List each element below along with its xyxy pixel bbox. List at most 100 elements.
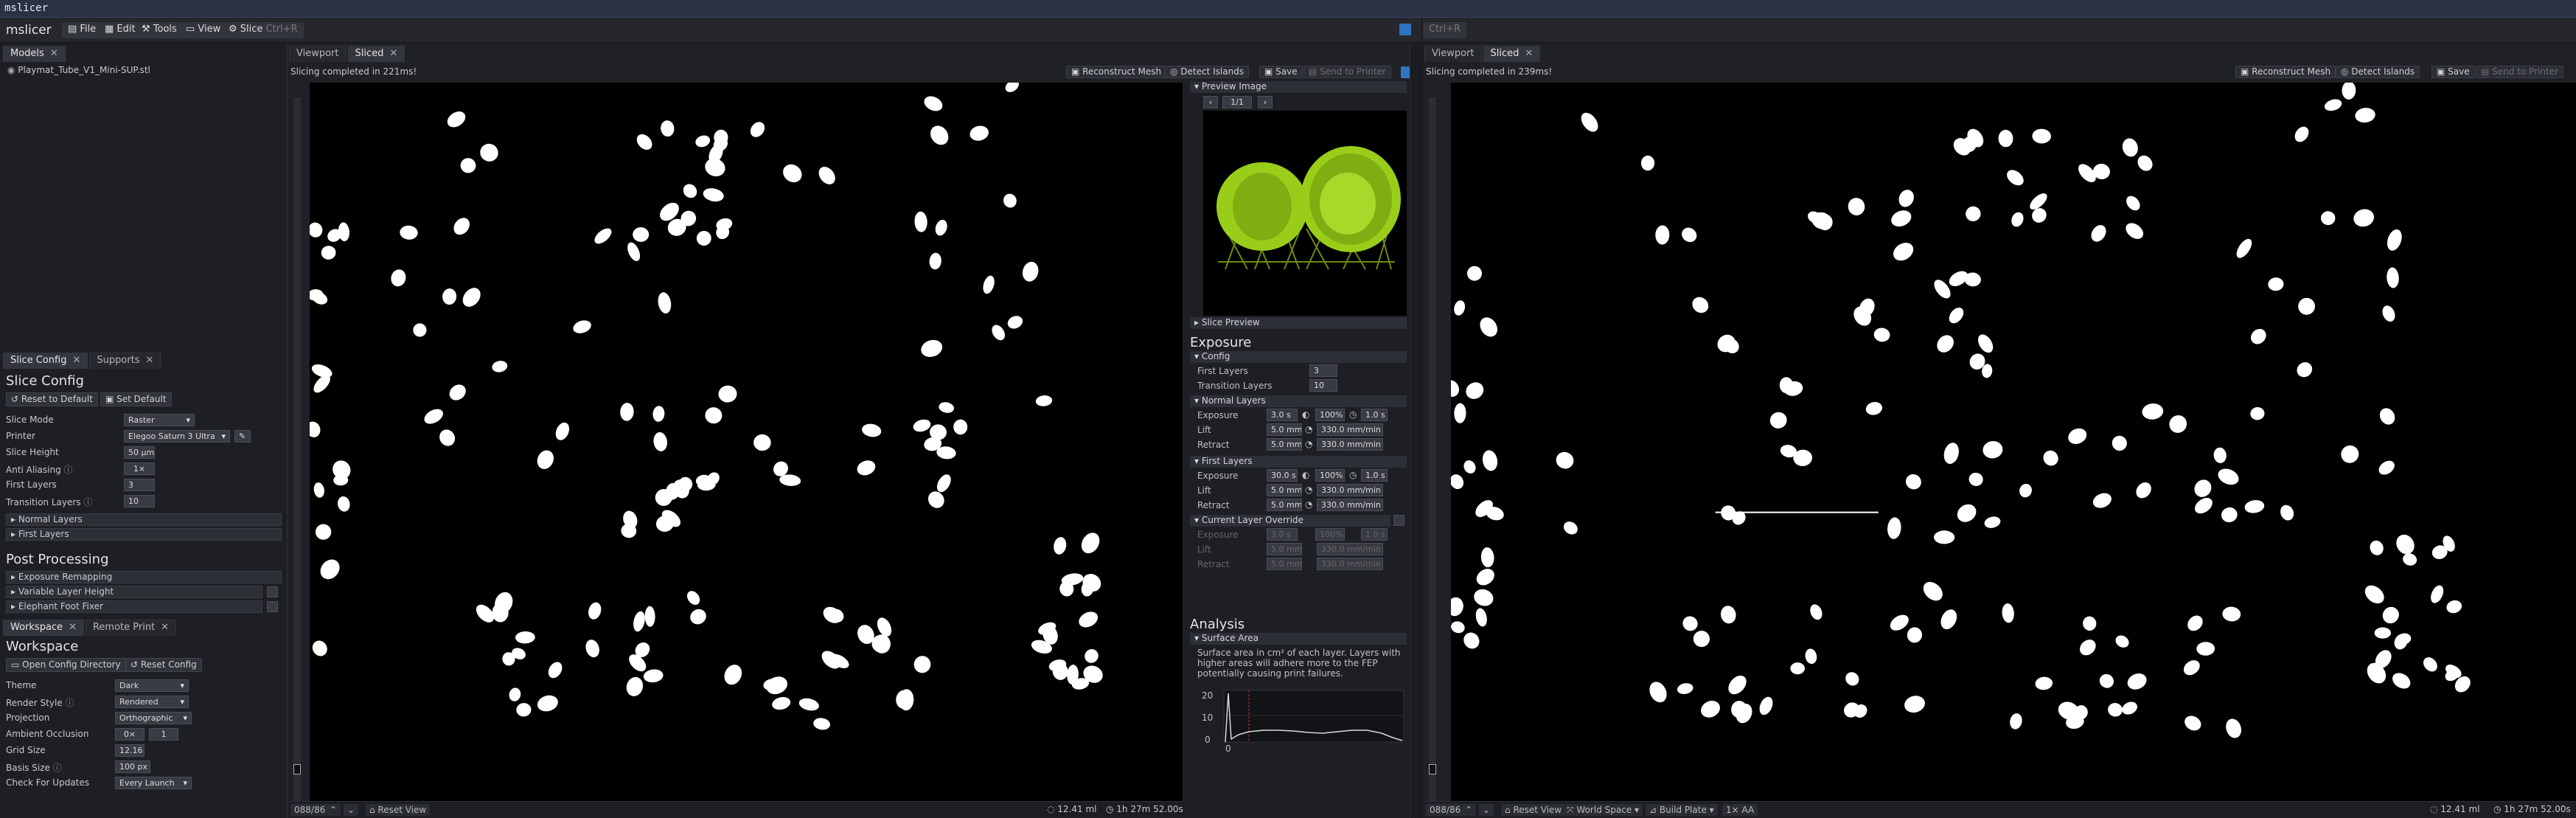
fl-wait-input[interactable]: 1.0 s: [1361, 469, 1388, 482]
fl-pwm-input[interactable]: 100%: [1315, 469, 1345, 482]
preview-image-header[interactable]: ▾ Preview Image: [1190, 81, 1407, 93]
close-icon[interactable]: ✕: [69, 622, 77, 633]
anti-alias-select[interactable]: 1× AA: [1722, 804, 1758, 816]
normal-layers-header[interactable]: ▾ Normal Layers: [1190, 395, 1407, 407]
first-layers-header[interactable]: ▾ First Layers: [1190, 456, 1407, 468]
elephant-foot-fixer-section[interactable]: ▸ Elephant Foot Fixer: [6, 600, 262, 613]
edit-printer-button[interactable]: ✎: [234, 430, 251, 443]
slice-button[interactable]: ⚙ Slice Ctrl+R: [223, 22, 304, 38]
close-icon[interactable]: ✕: [1525, 48, 1533, 59]
tab-sliced[interactable]: Sliced ✕: [347, 46, 405, 62]
slice-preview-header[interactable]: ▸ Slice Preview: [1190, 317, 1407, 329]
grid-size-input[interactable]: 12.16: [115, 744, 145, 757]
co-wait-input[interactable]: 1.0 s: [1361, 528, 1388, 541]
reset-view-button[interactable]: ⌂ Reset View: [366, 804, 431, 816]
reset-default-button[interactable]: ↺ Reset to Default: [6, 392, 98, 406]
close-icon[interactable]: ✕: [50, 48, 58, 59]
projection-select[interactable]: Orthographic ▾: [115, 712, 192, 724]
detect-islands-button[interactable]: ◎ Detect Islands: [1165, 66, 1250, 78]
info-icon[interactable]: ⓘ: [83, 497, 92, 507]
edit-menu[interactable]: ▦ Edit: [99, 22, 142, 38]
send-to-printer-button[interactable]: ▤ Send to Printer: [1303, 66, 1391, 78]
save-button[interactable]: ▣ Save: [2431, 66, 2475, 78]
render-style-select[interactable]: Rendered ▾: [115, 696, 189, 708]
tab-sliced[interactable]: Sliced ✕: [1483, 46, 1541, 62]
ambient-occlusion-input-1[interactable]: 0×: [115, 728, 145, 741]
layer-down-button[interactable]: ⌄: [344, 804, 359, 816]
layout-icon[interactable]: [1399, 24, 1411, 35]
nl-lift-speed-input[interactable]: 330.0 mm/min: [1317, 423, 1383, 436]
current-layer-override-header[interactable]: ▾ Current Layer Override: [1190, 515, 1390, 527]
preview-next-button[interactable]: ›: [1258, 96, 1273, 108]
nl-wait-input[interactable]: 1.0 s: [1361, 409, 1388, 421]
reset-config-button[interactable]: ↺ Reset Config: [125, 658, 202, 672]
fl-lift-speed-input[interactable]: 330.0 mm/min: [1317, 484, 1383, 496]
view-menu[interactable]: ▭ View: [180, 22, 227, 38]
normal-layers-section[interactable]: ▸ Normal Layers: [6, 513, 282, 526]
tab-remote-print[interactable]: Remote Print ✕: [85, 620, 177, 636]
current-layer-override-checkbox[interactable]: [1393, 515, 1404, 526]
anti-aliasing-input[interactable]: 1×: [124, 462, 155, 475]
surface-area-header[interactable]: ▾ Surface Area: [1190, 633, 1407, 645]
reset-view-button[interactable]: ⌂ Reset View: [1501, 804, 1566, 816]
build-plate-select[interactable]: ⊿ Build Plate ▾: [1646, 804, 1718, 816]
co-lift-input[interactable]: 5.0 mm: [1267, 543, 1302, 555]
first-layers-input[interactable]: 3: [124, 479, 155, 491]
co-retract-speed-input[interactable]: 330.0 mm/min: [1317, 558, 1383, 570]
fl-retract-input[interactable]: 5.0 mm: [1267, 499, 1302, 511]
variable-layer-height-checkbox[interactable]: [267, 586, 278, 597]
co-lift-speed-input[interactable]: 330.0 mm/min: [1317, 543, 1383, 555]
layer-down-button[interactable]: ⌄: [1479, 804, 1494, 816]
world-space-select[interactable]: ⤧ World Space ▾: [1563, 804, 1643, 816]
first-layers-section[interactable]: ▸ First Layers: [6, 528, 282, 541]
model-list-item[interactable]: ◉ Playmat_Tube_V1_Mini-SUP.stl: [7, 65, 150, 78]
printer-select[interactable]: Elegoo Saturn 3 Ultra ▾: [124, 430, 230, 443]
fl-retract-speed-input[interactable]: 330.0 mm/min: [1317, 499, 1383, 511]
preview-prev-button[interactable]: ‹: [1203, 96, 1218, 108]
check-updates-select[interactable]: Every Launch ▾: [115, 777, 192, 789]
open-config-directory-button[interactable]: ▭ Open Config Directory: [6, 658, 126, 672]
nl-exposure-input[interactable]: 3.0 s: [1267, 409, 1298, 421]
close-icon[interactable]: ✕: [389, 48, 397, 59]
theme-select[interactable]: Dark ▾: [115, 679, 189, 692]
reconstruct-mesh-button[interactable]: ▣ Reconstruct Mesh: [2235, 66, 2336, 78]
info-icon[interactable]: ⓘ: [64, 465, 73, 475]
tab-viewport[interactable]: Viewport: [1424, 46, 1482, 62]
slice-shortcut-button[interactable]: Ctrl+R: [1423, 22, 1467, 38]
send-to-printer-button[interactable]: ▤ Send to Printer: [2476, 66, 2563, 78]
tools-menu[interactable]: ⚒ Tools: [136, 22, 183, 38]
transition-layers-input[interactable]: 10: [1309, 379, 1337, 392]
transition-layers-input[interactable]: 10: [124, 495, 155, 507]
co-pwm-input[interactable]: 100%: [1315, 528, 1345, 541]
reconstruct-mesh-button[interactable]: ▣ Reconstruct Mesh: [1066, 66, 1167, 78]
exposure-remapping-section[interactable]: ▸ Exposure Remapping: [6, 571, 282, 583]
first-layers-input[interactable]: 3: [1309, 364, 1337, 377]
layer-up-button[interactable]: ⌃: [1461, 804, 1477, 816]
variable-layer-height-section[interactable]: ▸ Variable Layer Height: [6, 586, 262, 598]
slice-mode-select[interactable]: Raster ▾: [124, 414, 195, 426]
tab-viewport[interactable]: Viewport: [289, 46, 347, 62]
config-header[interactable]: ▾ Config: [1190, 351, 1407, 363]
nl-pwm-input[interactable]: 100%: [1315, 409, 1345, 421]
tab-supports[interactable]: Supports ✕: [89, 353, 161, 369]
set-default-button[interactable]: ▣ Set Default: [100, 392, 172, 406]
ambient-occlusion-input-2[interactable]: 1: [149, 728, 178, 741]
fl-lift-input[interactable]: 5.0 mm: [1267, 484, 1302, 496]
co-retract-input[interactable]: 5.0 mm: [1267, 558, 1302, 570]
close-icon[interactable]: ✕: [161, 622, 169, 633]
nl-lift-input[interactable]: 5.0 mm: [1267, 423, 1302, 436]
fl-exposure-input[interactable]: 30.0 s: [1267, 469, 1298, 482]
nl-retract-speed-input[interactable]: 330.0 mm/min: [1317, 438, 1383, 451]
slice-height-input[interactable]: 50 µm: [124, 446, 155, 459]
elephant-foot-fixer-checkbox[interactable]: [267, 601, 278, 612]
save-button[interactable]: ▣ Save: [1259, 66, 1303, 78]
slice-canvas-2[interactable]: [1444, 81, 2576, 817]
info-icon[interactable]: ⓘ: [53, 763, 62, 773]
info-icon[interactable]: ⓘ: [66, 698, 74, 708]
layer-slider[interactable]: [293, 97, 301, 805]
file-menu[interactable]: ▤ File: [62, 22, 102, 38]
nl-retract-input[interactable]: 5.0 mm: [1267, 438, 1302, 451]
eye-icon[interactable]: ◉: [7, 65, 18, 75]
co-exposure-input[interactable]: 3.0 s: [1267, 528, 1298, 541]
tab-models[interactable]: Models ✕: [3, 46, 66, 62]
